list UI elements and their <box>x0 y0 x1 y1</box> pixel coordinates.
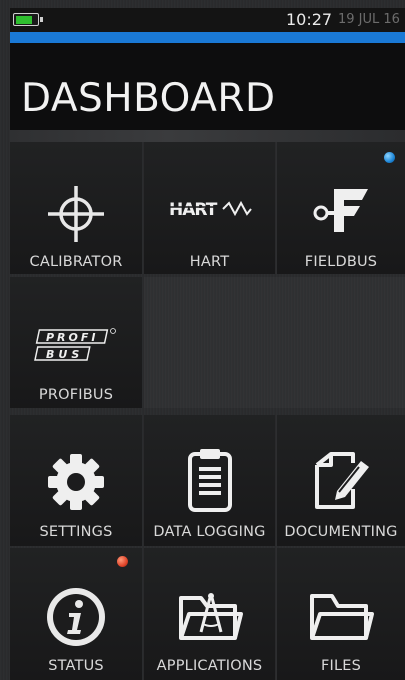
tile-label: DATA LOGGING <box>153 524 266 540</box>
page-header: DASHBOARD <box>10 43 405 130</box>
tile-fieldbus[interactable]: FIELDBUS <box>277 142 405 274</box>
fieldbus-icon <box>313 189 368 232</box>
empty-panel <box>144 277 405 408</box>
tile-settings[interactable]: SETTINGS <box>10 415 142 546</box>
status-indicator-dot <box>384 152 395 163</box>
tile-label: FILES <box>320 658 362 674</box>
tile-label: STATUS <box>48 658 104 674</box>
tile-data-logging[interactable]: DATA LOGGING <box>144 415 275 546</box>
clipboard-icon <box>187 449 232 512</box>
tile-status[interactable]: STATUS <box>10 548 142 680</box>
tile-hart[interactable]: HART HART <box>144 142 275 274</box>
crosshair-icon <box>48 186 104 242</box>
hart-logo-icon: HART <box>168 200 252 220</box>
folder-icon <box>310 594 374 640</box>
profibus-logo-icon: PROFI BUS <box>34 328 116 361</box>
info-icon <box>47 588 105 646</box>
tile-label: CALIBRATOR <box>29 254 123 270</box>
tile-applications[interactable]: APPLICATIONS <box>144 548 275 680</box>
divider <box>10 130 405 142</box>
tile-label: APPLICATIONS <box>156 658 263 674</box>
tile-label: HART <box>189 254 230 270</box>
tile-label: SETTINGS <box>39 524 113 540</box>
tile-files[interactable]: FILES <box>277 548 405 680</box>
tile-profibus[interactable]: PROFI BUS PROFIBUS <box>10 277 142 408</box>
tile-documenting[interactable]: DOCUMENTING <box>277 415 405 546</box>
svg-text:HART: HART <box>169 200 218 220</box>
battery-icon <box>13 13 43 26</box>
status-indicator-dot <box>117 556 128 567</box>
tile-label: FIELDBUS <box>304 254 378 270</box>
tile-calibrator[interactable]: CALIBRATOR <box>10 142 142 274</box>
status-bar: 10:27 19 JUL 16 <box>10 8 405 32</box>
clock-time: 10:27 <box>286 10 333 29</box>
document-pen-icon <box>315 452 369 509</box>
svg-text:PROFI: PROFI <box>46 331 99 344</box>
folder-compass-icon <box>178 593 243 640</box>
svg-text:BUS: BUS <box>46 348 83 361</box>
accent-bar <box>10 32 405 43</box>
battery-level-fill <box>15 15 33 24</box>
tile-label: PROFIBUS <box>38 387 114 403</box>
tile-label: DOCUMENTING <box>284 524 398 540</box>
page-title: DASHBOARD <box>21 76 276 121</box>
clock-date: 19 JUL 16 <box>338 12 400 27</box>
gear-icon <box>48 454 104 510</box>
